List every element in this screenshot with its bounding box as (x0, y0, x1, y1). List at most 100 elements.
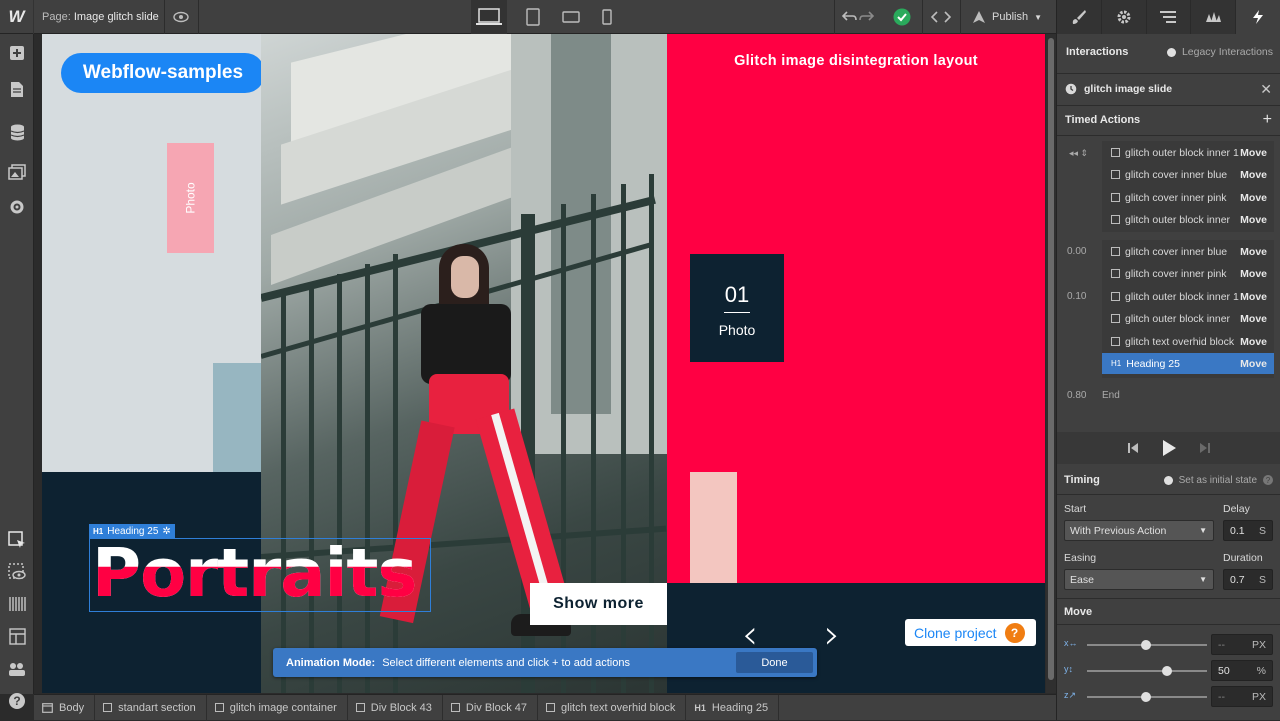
preview-select-icon[interactable] (0, 557, 34, 587)
element-box-icon (1111, 292, 1120, 301)
selected-element-label: Heading 25 (107, 525, 159, 537)
code-export-icon[interactable] (926, 0, 956, 34)
breadcrumb-section[interactable]: standart section (95, 694, 207, 721)
breadcrumb-heading[interactable]: H1 Heading 25 (686, 694, 780, 721)
interactions-lightning-icon[interactable] (1236, 0, 1280, 34)
interaction-name-row[interactable]: glitch image slide ✕ (1057, 79, 1280, 99)
delay-value: 0.1 (1230, 524, 1245, 537)
selected-element-tag[interactable]: H1 Heading 25 ✲ (89, 524, 175, 538)
delay-input[interactable]: 0.1 S (1223, 520, 1273, 541)
page-indicator[interactable]: Page: Image glitch slide (42, 11, 159, 23)
slide-number-box[interactable]: 01 Photo (690, 254, 784, 362)
clone-project-button[interactable]: Clone project ? (905, 619, 1036, 646)
assets-images-icon[interactable] (0, 157, 34, 187)
action-item[interactable]: glitch outer block inner 1 Move (1102, 142, 1274, 163)
move-y-input[interactable]: 50% (1211, 660, 1273, 681)
action-item[interactable]: glitch cover inner pink Move (1102, 263, 1274, 284)
show-more-button[interactable]: Show more (530, 583, 667, 625)
collapse-arrows-icon[interactable]: ◂◂ ⇕ (1069, 148, 1088, 159)
element-settings-gear-icon[interactable]: ✲ (162, 526, 170, 537)
move-z-unit: PX (1251, 690, 1266, 703)
mobile-landscape-view-icon[interactable] (553, 0, 589, 34)
info-icon[interactable]: ? (1263, 475, 1273, 485)
design-canvas[interactable]: Photo Webflow-samples Glitch image disin… (42, 34, 1045, 693)
navigator-icon[interactable] (1191, 0, 1237, 34)
preview-eye-icon[interactable] (168, 0, 194, 34)
play-icon[interactable] (1161, 439, 1177, 457)
settings-gear-icon[interactable] (0, 192, 34, 222)
skip-back-icon[interactable] (1127, 442, 1139, 454)
delay-label: Delay (1223, 503, 1250, 515)
help-icon[interactable]: ? (0, 686, 34, 716)
action-item[interactable]: glitch cover inner blue Move (1102, 164, 1274, 185)
action-item[interactable]: glitch text overhid block Move (1102, 331, 1274, 352)
webflow-samples-badge[interactable]: Webflow-samples (61, 53, 265, 93)
action-item[interactable]: glitch cover inner blue Move (1102, 241, 1274, 262)
webflow-logo-icon[interactable]: W (0, 0, 34, 34)
skip-forward-icon[interactable] (1199, 442, 1211, 454)
breadcrumb-text-block[interactable]: glitch text overhid block (538, 694, 687, 721)
breadcrumb-div-47[interactable]: Div Block 47 (443, 694, 539, 721)
style-manager-icon[interactable] (1147, 0, 1192, 34)
move-z-input[interactable]: -- PX (1211, 686, 1273, 707)
interaction-name: glitch image slide (1084, 83, 1173, 95)
action-item[interactable]: glitch cover inner pink Move (1102, 187, 1274, 208)
status-check-icon[interactable] (888, 0, 916, 34)
clock-icon (1065, 83, 1077, 95)
undo-redo-icon[interactable] (838, 0, 878, 34)
rose-accent-block[interactable] (690, 472, 737, 583)
animation-mode-label: Animation Mode: (286, 656, 376, 669)
element-box-icon (1111, 193, 1120, 202)
move-y-knob[interactable] (1162, 666, 1172, 676)
add-action-plus-icon[interactable]: + (1263, 111, 1272, 129)
action-type: Move (1240, 191, 1267, 204)
chevron-down-icon: ▼ (1034, 12, 1042, 22)
start-select[interactable]: With Previous Action ▼ (1064, 520, 1214, 541)
breadcrumb-body[interactable]: Body (34, 694, 96, 721)
grid-overlay-icon[interactable] (0, 589, 34, 619)
element-settings-icon[interactable] (1102, 0, 1147, 34)
move-x-knob[interactable] (1141, 640, 1151, 650)
add-elements-icon[interactable] (0, 38, 34, 68)
start-label: Start (1064, 503, 1087, 515)
breadcrumb-container[interactable]: glitch image container (207, 694, 348, 721)
move-y-slider[interactable] (1087, 670, 1207, 672)
pages-icon[interactable] (0, 74, 34, 104)
blue-accent-block[interactable] (213, 363, 261, 472)
done-button[interactable]: Done (736, 652, 813, 673)
heading-type-icon: H1 (694, 702, 706, 713)
scrollbar-thumb[interactable] (1048, 38, 1054, 680)
canvas-scrollbar[interactable] (1046, 34, 1056, 693)
action-target: Heading 25 (1126, 357, 1180, 370)
action-target: glitch outer block inner (1125, 213, 1231, 226)
action-item[interactable]: glitch outer block inner Move (1102, 308, 1274, 329)
element-box-icon (355, 703, 365, 712)
legacy-toggle[interactable]: Legacy Interactions (1166, 46, 1273, 58)
move-x-unit: PX (1251, 638, 1266, 651)
action-target: glitch outer block inner (1125, 312, 1231, 325)
duration-input[interactable]: 0.7 S (1223, 569, 1273, 590)
action-item[interactable]: glitch outer block inner Move (1102, 209, 1274, 230)
pink-photo-tag[interactable]: Photo (167, 143, 214, 253)
team-video-icon[interactable] (0, 654, 34, 684)
move-x-input[interactable]: -- PX (1211, 634, 1273, 655)
close-icon[interactable]: ✕ (1260, 81, 1272, 98)
cms-database-icon[interactable] (0, 117, 34, 147)
action-target: glitch outer block inner 1 (1125, 146, 1239, 159)
mobile-portrait-view-icon[interactable] (589, 0, 625, 34)
move-z-knob[interactable] (1141, 692, 1151, 702)
publish-button[interactable]: Publish ▼ (966, 0, 1056, 34)
layout-guides-icon[interactable] (0, 621, 34, 651)
desktop-view-icon[interactable] (471, 0, 507, 34)
action-item-selected[interactable]: H1 Heading 25 Move (1102, 353, 1274, 374)
select-element-icon[interactable] (0, 525, 34, 555)
breadcrumb-div-43[interactable]: Div Block 43 (348, 694, 443, 721)
style-brush-icon[interactable] (1057, 0, 1102, 34)
arrow-right-icon[interactable]: › (824, 612, 840, 658)
action-item[interactable]: glitch outer block inner 1 Move (1102, 286, 1274, 307)
right-panel: Interactions Legacy Interactions glitch … (1056, 0, 1280, 720)
initial-state-toggle[interactable]: Set as initial state ? (1163, 475, 1273, 486)
tablet-view-icon[interactable] (515, 0, 551, 34)
easing-select[interactable]: Ease ▼ (1064, 569, 1214, 590)
duration-value: 0.7 (1230, 573, 1245, 586)
